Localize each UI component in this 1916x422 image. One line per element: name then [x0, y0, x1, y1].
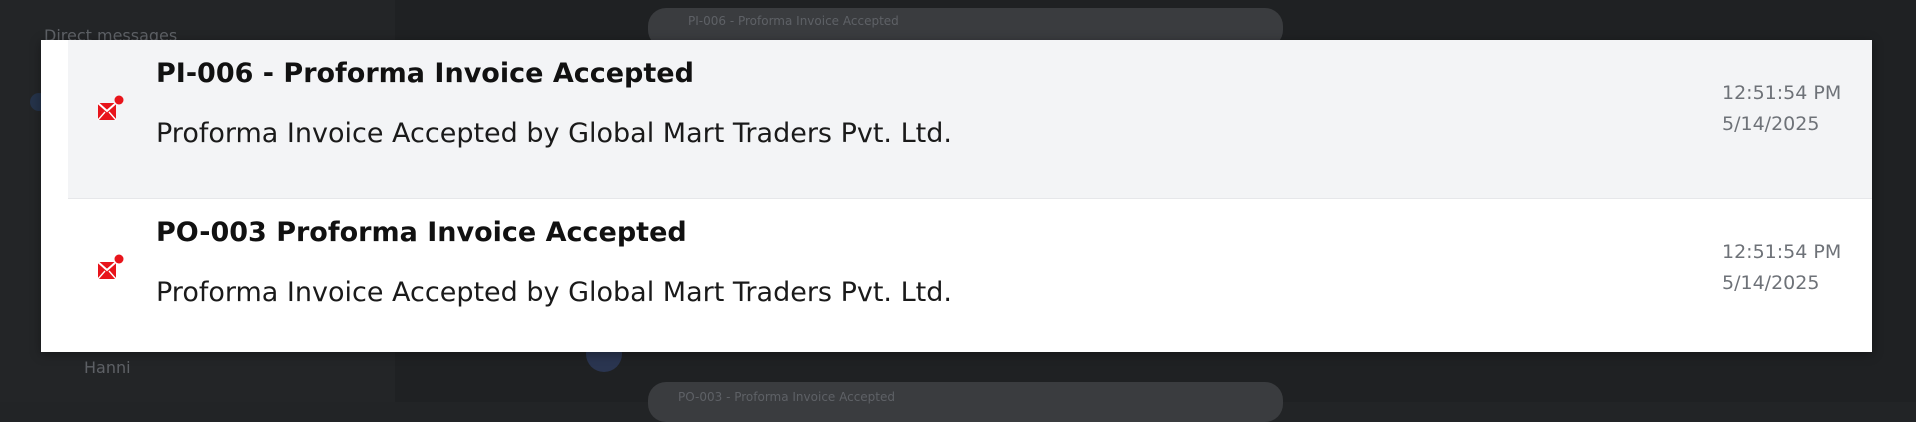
background-chat-bubble: PO-003 - Proforma Invoice Accepted: [648, 382, 1283, 422]
background-sidebar-user: Hanni: [84, 358, 131, 377]
mail-notification-icon: [97, 95, 124, 121]
panel-left-edge: [41, 40, 69, 352]
notification-title: PI-006 - Proforma Invoice Accepted: [156, 58, 694, 89]
notification-message: Proforma Invoice Accepted by Global Mart…: [156, 118, 952, 149]
notification-time: 12:51:54 PM: [1722, 82, 1842, 104]
notification-item[interactable]: PO-003 Proforma Invoice Accepted Proform…: [68, 199, 1872, 352]
notification-item[interactable]: PI-006 - Proforma Invoice Accepted Profo…: [68, 40, 1872, 199]
notification-time: 12:51:54 PM: [1722, 241, 1842, 263]
background-chat-preview: PI-006 - Proforma Invoice Accepted: [688, 14, 899, 28]
notification-message: Proforma Invoice Accepted by Global Mart…: [156, 277, 952, 308]
notification-timestamp: 12:51:54 PM 5/14/2025: [1722, 78, 1841, 140]
notification-timestamp: 12:51:54 PM 5/14/2025: [1722, 237, 1841, 299]
notifications-panel: PI-006 - Proforma Invoice Accepted Profo…: [41, 40, 1872, 352]
notification-title: PO-003 Proforma Invoice Accepted: [156, 217, 687, 248]
notification-date: 5/14/2025: [1722, 113, 1820, 135]
mail-notification-icon: [97, 254, 124, 280]
notification-date: 5/14/2025: [1722, 272, 1820, 294]
